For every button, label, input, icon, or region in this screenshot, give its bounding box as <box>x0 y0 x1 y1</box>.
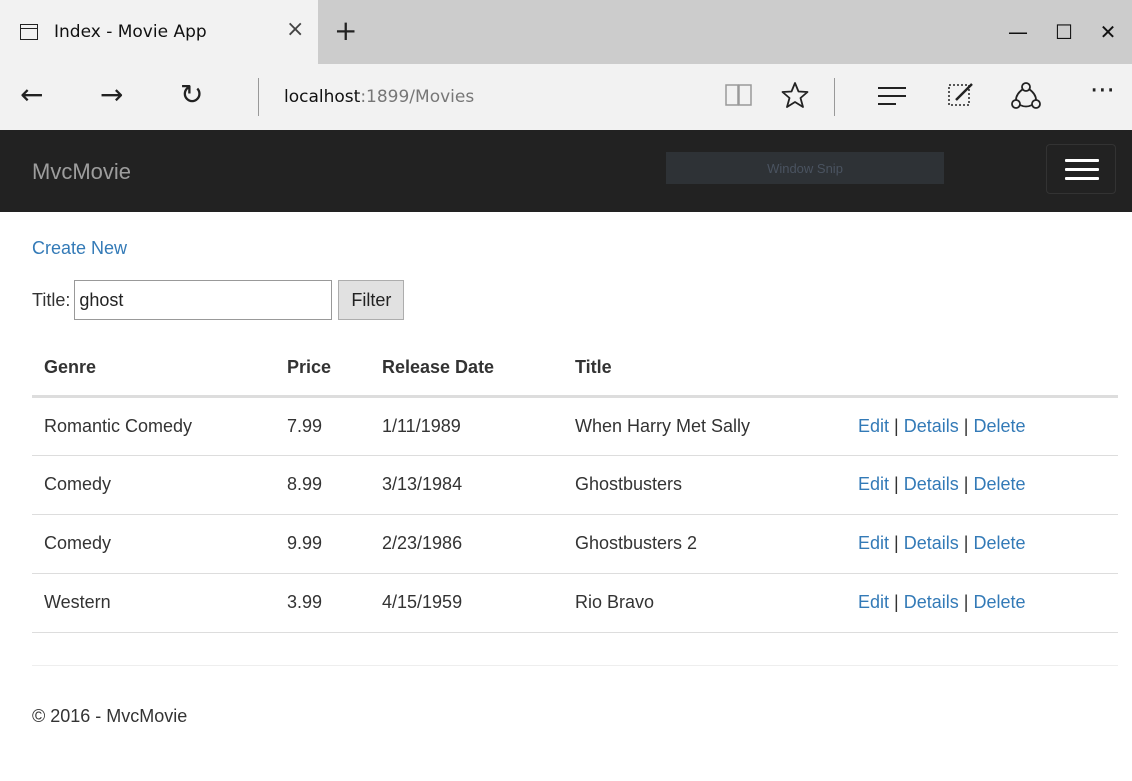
details-link[interactable]: Details <box>904 416 959 436</box>
price-cell: 7.99 <box>275 396 370 456</box>
create-new-link[interactable]: Create New <box>32 238 127 259</box>
maximize-button[interactable]: ☐ <box>1040 0 1088 64</box>
link-separator: | <box>963 474 969 494</box>
share-icon[interactable] <box>1010 80 1042 118</box>
actions-cell: Edit | Details | Delete <box>846 573 1118 633</box>
menu-toggle-button[interactable] <box>1046 144 1116 194</box>
actions-cell: Edit | Details | Delete <box>846 455 1118 515</box>
price-header: Price <box>275 340 370 398</box>
edit-link[interactable]: Edit <box>858 416 889 436</box>
table-row: Comedy 9.99 2/23/1986 Ghostbusters 2 Edi… <box>32 514 1118 574</box>
filter-form: Title: Filter <box>32 278 405 322</box>
toolbar-divider <box>834 78 835 116</box>
release-date-cell: 4/15/1959 <box>370 573 563 633</box>
link-separator: | <box>894 474 899 494</box>
browser-titlebar: Index - Movie App × + — ☐ ✕ <box>0 0 1132 64</box>
table-header-row: Genre Price Release Date Title <box>32 340 1118 398</box>
forward-icon[interactable]: → <box>100 78 123 111</box>
hamburger-icon <box>1065 159 1099 162</box>
price-cell: 9.99 <box>275 514 370 574</box>
edit-link[interactable]: Edit <box>858 533 889 553</box>
address-field[interactable]: localhost:1899/Movies <box>284 87 474 107</box>
footer-divider <box>32 665 1118 666</box>
address-divider <box>258 78 259 116</box>
link-separator: | <box>894 592 899 612</box>
details-link[interactable]: Details <box>904 592 959 612</box>
site-navbar: MvcMovie Window Snip <box>0 130 1132 212</box>
url-path: :1899/Movies <box>360 87 475 107</box>
refresh-icon[interactable]: ↻ <box>180 78 203 111</box>
tab-title: Index - Movie App <box>54 22 207 42</box>
minimize-button[interactable]: — <box>994 0 1042 64</box>
reading-view-icon[interactable] <box>724 82 754 114</box>
table-row: Romantic Comedy 7.99 1/11/1989 When Harr… <box>32 396 1118 456</box>
details-link[interactable]: Details <box>904 533 959 553</box>
details-link[interactable]: Details <box>904 474 959 494</box>
release-date-header: Release Date <box>370 340 563 398</box>
favorite-icon[interactable] <box>780 80 810 116</box>
filter-button[interactable]: Filter <box>338 280 405 320</box>
title-cell: Ghostbusters <box>563 455 846 515</box>
price-cell: 8.99 <box>275 455 370 515</box>
title-cell: Ghostbusters 2 <box>563 514 846 574</box>
browser-toolbar: ← → ↻ localhost:1899/Movies ··· <box>0 64 1132 130</box>
actions-header <box>846 340 1118 398</box>
link-separator: | <box>894 415 899 436</box>
link-separator: | <box>894 533 899 553</box>
delete-link[interactable]: Delete <box>974 592 1026 612</box>
actions-cell: Edit | Details | Delete <box>846 514 1118 574</box>
url-host: localhost <box>284 87 361 107</box>
genre-cell: Romantic Comedy <box>32 396 275 456</box>
title-cell: Rio Bravo <box>563 573 846 633</box>
link-separator: | <box>963 533 969 553</box>
browser-tab[interactable]: Index - Movie App × <box>0 0 318 64</box>
window-snip-overlay: Window Snip <box>666 152 944 184</box>
edit-link[interactable]: Edit <box>858 592 889 612</box>
table-row: Comedy 8.99 3/13/1984 Ghostbusters Edit … <box>32 455 1118 515</box>
release-date-cell: 3/13/1984 <box>370 455 563 515</box>
genre-header: Genre <box>32 340 275 398</box>
new-tab-icon[interactable]: + <box>334 14 357 47</box>
tab-page-icon <box>20 24 38 40</box>
release-date-cell: 1/11/1989 <box>370 396 563 456</box>
release-date-cell: 2/23/1986 <box>370 514 563 574</box>
edit-link[interactable]: Edit <box>858 474 889 494</box>
genre-cell: Comedy <box>32 455 275 515</box>
delete-link[interactable]: Delete <box>974 416 1026 436</box>
title-header: Title <box>563 340 846 398</box>
genre-cell: Comedy <box>32 514 275 574</box>
delete-link[interactable]: Delete <box>974 474 1026 494</box>
close-window-button[interactable]: ✕ <box>1084 0 1132 64</box>
title-filter-input[interactable] <box>74 280 333 320</box>
link-separator: | <box>963 592 969 612</box>
hub-icon[interactable] <box>876 84 908 114</box>
movies-table: Genre Price Release Date Title Romantic … <box>32 340 1118 633</box>
more-icon[interactable]: ··· <box>1090 76 1115 106</box>
title-cell: When Harry Met Sally <box>563 396 846 456</box>
delete-link[interactable]: Delete <box>974 533 1026 553</box>
brand-link[interactable]: MvcMovie <box>32 159 131 185</box>
filter-label: Title: <box>32 289 71 310</box>
back-icon[interactable]: ← <box>20 78 43 111</box>
web-note-icon[interactable] <box>946 80 976 116</box>
footer-text: © 2016 - MvcMovie <box>32 706 188 726</box>
table-row: Western 3.99 4/15/1959 Rio Bravo Edit | … <box>32 573 1118 633</box>
link-separator: | <box>963 415 969 436</box>
tab-close-icon[interactable]: × <box>286 17 304 42</box>
actions-cell: Edit | Details | Delete <box>846 396 1118 456</box>
genre-cell: Western <box>32 573 275 633</box>
price-cell: 3.99 <box>275 573 370 633</box>
